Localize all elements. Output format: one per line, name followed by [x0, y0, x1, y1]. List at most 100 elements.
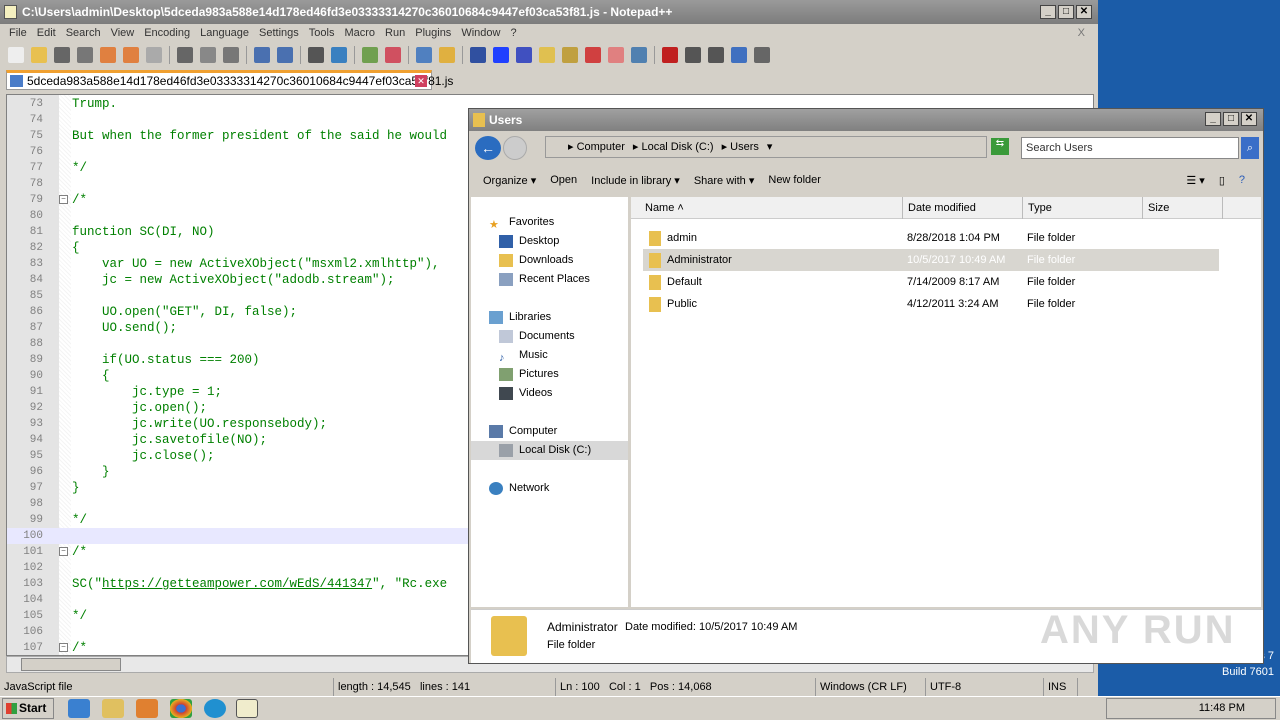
toolbar-button-icon[interactable]: [146, 47, 162, 63]
toolbar-button-icon[interactable]: [470, 47, 486, 63]
file-row-admin[interactable]: admin 8/28/2018 1:04 PM File folder: [643, 227, 1219, 249]
refresh-icon[interactable]: ⇆: [991, 138, 1009, 155]
close-button[interactable]: ✕: [1076, 5, 1092, 19]
preview-pane-icon[interactable]: ▯: [1219, 174, 1225, 187]
menu-plugins[interactable]: Plugins: [410, 27, 456, 39]
maximize-button[interactable]: □: [1223, 112, 1239, 126]
minimize-button[interactable]: _: [1040, 5, 1056, 19]
toolbar-button-icon[interactable]: [8, 47, 24, 63]
clock[interactable]: 11:48 PM: [1199, 702, 1245, 714]
file-row-public[interactable]: Public 4/12/2011 3:24 AM File folder: [643, 293, 1219, 315]
toolbar-button-icon[interactable]: [177, 47, 193, 63]
new-folder-button[interactable]: New folder: [768, 174, 821, 186]
chrome-icon[interactable]: [170, 699, 192, 718]
toolbar-button-icon[interactable]: [708, 47, 724, 63]
toolbar-button-icon[interactable]: [516, 47, 532, 63]
open-button[interactable]: Open: [550, 174, 577, 186]
nav-computer[interactable]: Computer: [489, 422, 557, 441]
search-input[interactable]: Search Users: [1021, 137, 1239, 159]
share-with-button[interactable]: Share with ▾: [694, 174, 755, 187]
file-row-default[interactable]: Default 7/14/2009 8:17 AM File folder: [643, 271, 1219, 293]
toolbar-button-icon[interactable]: [608, 47, 624, 63]
toolbar-button-icon[interactable]: [77, 47, 93, 63]
media-player-icon[interactable]: [136, 699, 158, 718]
nav-music[interactable]: ♪ Music: [499, 346, 548, 365]
tab-file[interactable]: 5dceda983a588e14d178ed46fd3e03333314270c…: [6, 70, 453, 90]
menu-settings[interactable]: Settings: [254, 27, 304, 39]
menu-help[interactable]: ?: [505, 27, 521, 39]
menu-encoding[interactable]: Encoding: [139, 27, 195, 39]
toolbar-button-icon[interactable]: [385, 47, 401, 63]
toolbar-button-icon[interactable]: [277, 47, 293, 63]
close-tab-icon[interactable]: ✕: [415, 75, 427, 87]
toolbar-button-icon[interactable]: [493, 47, 509, 63]
toolbar-button-icon[interactable]: [54, 47, 70, 63]
crumb-computer[interactable]: Computer: [577, 141, 625, 153]
address-bar[interactable]: ▸ Computer ▸ Local Disk (C:) ▸ Users ▾: [545, 136, 987, 158]
toolbar-button-icon[interactable]: [223, 47, 239, 63]
column-name[interactable]: Name ˄: [631, 197, 903, 219]
nav-libraries[interactable]: Libraries: [489, 308, 551, 327]
menu-tools[interactable]: Tools: [304, 27, 340, 39]
close-button[interactable]: ✕: [1241, 112, 1257, 126]
help-icon[interactable]: ?: [1239, 174, 1245, 187]
menu-view[interactable]: View: [106, 27, 140, 39]
toolbar-button-icon[interactable]: [200, 47, 216, 63]
nav-local-disk[interactable]: Local Disk (C:): [471, 441, 628, 460]
explorer-icon[interactable]: [102, 699, 124, 718]
nav-desktop[interactable]: Desktop: [499, 232, 559, 251]
toolbar-button-icon[interactable]: [362, 47, 378, 63]
toolbar-button-icon[interactable]: [123, 47, 139, 63]
menu-search[interactable]: Search: [61, 27, 106, 39]
toolbar-button-icon[interactable]: [585, 47, 601, 63]
menu-language[interactable]: Language: [195, 27, 254, 39]
crumb-local-disk[interactable]: Local Disk (C:): [641, 141, 713, 153]
toolbar-button-icon[interactable]: [100, 47, 116, 63]
column-type[interactable]: Type: [1023, 197, 1143, 219]
toolbar-button-icon[interactable]: [662, 47, 678, 63]
toolbar-button-icon[interactable]: [416, 47, 432, 63]
nav-documents[interactable]: Documents: [499, 327, 575, 346]
toolbar-button-icon[interactable]: [731, 47, 747, 63]
toolbar-button-icon[interactable]: [254, 47, 270, 63]
menu-macro[interactable]: Macro: [339, 27, 380, 39]
menu-run[interactable]: Run: [380, 27, 410, 39]
search-icon[interactable]: ⌕: [1241, 137, 1259, 159]
nav-network[interactable]: Network: [489, 479, 549, 498]
nav-pictures[interactable]: Pictures: [499, 365, 559, 384]
menu-window[interactable]: Window: [456, 27, 505, 39]
file-row-administrator[interactable]: Administrator 10/5/2017 10:49 AM File fold…: [643, 249, 1219, 271]
toolbar-button-icon[interactable]: [308, 47, 324, 63]
nav-videos[interactable]: Videos: [499, 384, 552, 403]
fold-toggle-icon[interactable]: −: [59, 547, 68, 556]
column-date[interactable]: Date modified: [903, 197, 1023, 219]
fold-toggle-icon[interactable]: −: [59, 195, 68, 204]
forward-button[interactable]: [503, 136, 527, 160]
back-button[interactable]: ←: [475, 136, 501, 160]
minimize-button[interactable]: _: [1205, 112, 1221, 126]
include-in-library-button[interactable]: Include in library ▾: [591, 174, 680, 187]
toolbar-button-icon[interactable]: [331, 47, 347, 63]
nav-recent-places[interactable]: Recent Places: [499, 270, 590, 289]
toolbar-button-icon[interactable]: [754, 47, 770, 63]
nav-favorites[interactable]: ★ Favorites: [489, 213, 554, 232]
toolbar-button-icon[interactable]: [562, 47, 578, 63]
toolbar-button-icon[interactable]: [439, 47, 455, 63]
organize-button[interactable]: Organize ▾: [483, 174, 536, 187]
ie-icon[interactable]: [68, 699, 90, 718]
close-doc-button[interactable]: X: [1073, 27, 1090, 39]
nav-downloads[interactable]: Downloads: [499, 251, 573, 270]
notepadpp-taskbar-icon[interactable]: [236, 699, 258, 718]
code-url-link[interactable]: https://getteampower.com/wEdS/441347: [102, 577, 372, 591]
toolbar-button-icon[interactable]: [685, 47, 701, 63]
view-options-icon[interactable]: ☰ ▾: [1186, 174, 1204, 187]
column-size[interactable]: Size: [1143, 197, 1223, 219]
start-button[interactable]: Start: [2, 698, 54, 719]
fold-toggle-icon[interactable]: −: [59, 643, 68, 652]
toolbar-button-icon[interactable]: [31, 47, 47, 63]
crumb-users[interactable]: Users: [730, 141, 759, 153]
toolbar-button-icon[interactable]: [631, 47, 647, 63]
edge-icon[interactable]: [204, 699, 226, 718]
menu-edit[interactable]: Edit: [32, 27, 61, 39]
menu-file[interactable]: File: [4, 27, 32, 39]
